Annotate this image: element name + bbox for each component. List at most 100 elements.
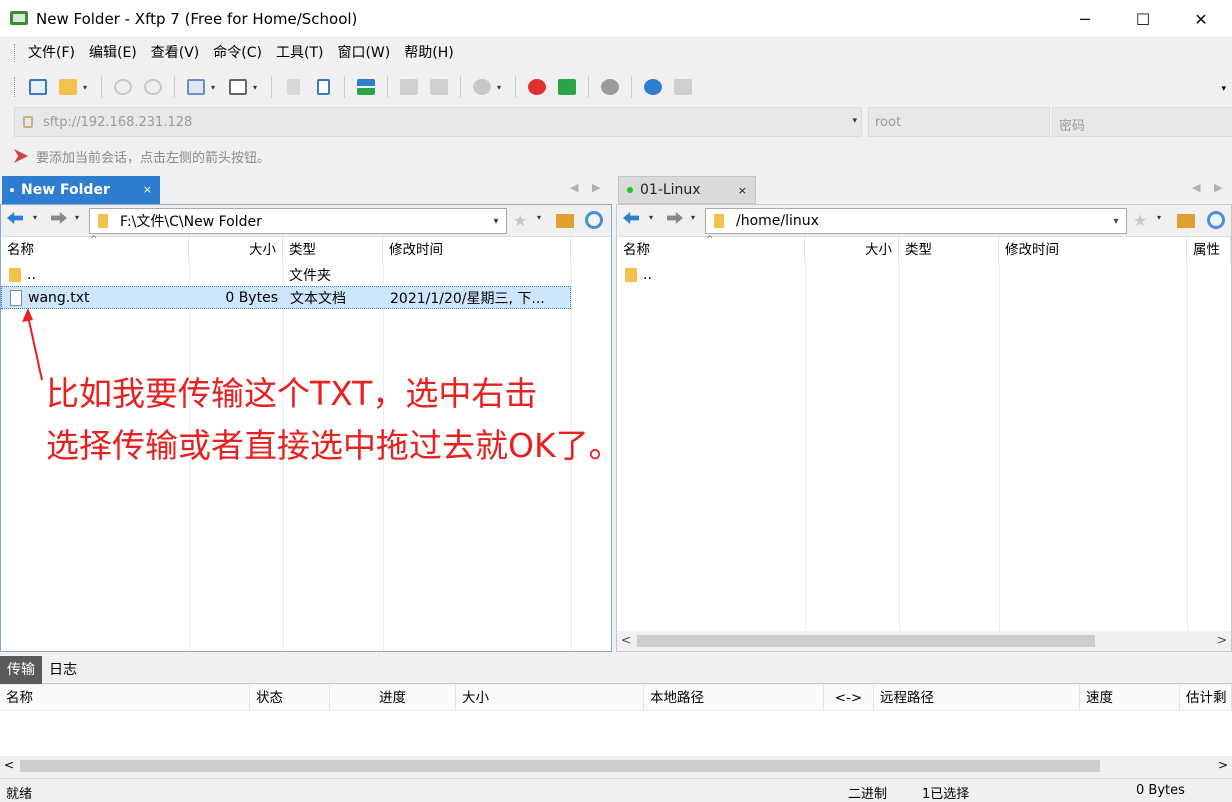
status-dropdown[interactable]: ▾	[497, 83, 505, 92]
scroll-thumb[interactable]	[637, 635, 1095, 647]
scroll-left-icon[interactable]: <	[621, 633, 631, 647]
chat-button[interactable]	[671, 75, 695, 99]
path-dropdown-icon[interactable]: ▾	[486, 216, 506, 227]
scroll-left-icon[interactable]: <	[4, 758, 14, 772]
tab-log[interactable]: 日志	[42, 656, 84, 684]
col-type[interactable]: 类型	[899, 237, 999, 263]
forward-dropdown-icon[interactable]: ▾	[691, 213, 695, 222]
col-speed[interactable]: 速度	[1080, 685, 1180, 711]
transfer-panel: 传输 日志 名称 状态 进度 大小 本地路径 <-> 远程路径 速度 估计剩 <…	[0, 656, 1232, 776]
add-session-arrow-icon[interactable]	[14, 149, 28, 163]
refresh-icon[interactable]	[1207, 211, 1225, 229]
close-tab-icon[interactable]: ×	[143, 183, 152, 196]
col-direction[interactable]: <->	[824, 685, 874, 711]
local-path-input[interactable]: F:\文件\C\New Folder ▾	[89, 208, 507, 234]
xftp-button[interactable]	[555, 75, 579, 99]
open-folder-button[interactable]	[56, 75, 80, 99]
table-row-selected[interactable]: wang.txt 0 Bytes 文本文档 2021/1/20/星期三, 下..…	[1, 286, 571, 309]
copy-icon	[430, 79, 448, 95]
toolbar-grip	[14, 77, 17, 97]
sync-button[interactable]	[354, 75, 378, 99]
forward-dropdown-icon[interactable]: ▾	[75, 213, 79, 222]
col-modified[interactable]: 修改时间	[383, 237, 571, 263]
col-local-path[interactable]: 本地路径	[644, 685, 824, 711]
menu-command[interactable]: 命令(C)	[206, 38, 269, 68]
col-status[interactable]: 状态	[250, 685, 330, 711]
connect-button[interactable]	[111, 75, 135, 99]
back-button[interactable]	[623, 212, 643, 228]
remote-horizontal-scrollbar[interactable]: < >	[617, 631, 1231, 651]
remote-path-input[interactable]: /home/linux ▾	[705, 208, 1127, 234]
session-properties-dropdown[interactable]: ▾	[211, 83, 219, 92]
table-row[interactable]: ..	[617, 263, 1231, 286]
col-remote-path[interactable]: 远程路径	[874, 685, 1080, 711]
col-eta[interactable]: 估计剩	[1180, 685, 1232, 711]
play-button[interactable]	[226, 75, 250, 99]
folder-icon	[98, 214, 108, 228]
tab-next-icon[interactable]: ▶	[1214, 181, 1222, 194]
close-tab-icon[interactable]: ×	[738, 184, 747, 197]
options-button[interactable]	[598, 75, 622, 99]
col-size[interactable]: 大小	[805, 237, 899, 263]
xshell-button[interactable]	[525, 75, 549, 99]
scroll-thumb[interactable]	[20, 760, 1100, 772]
close-button[interactable]: ✕	[1172, 0, 1230, 38]
favorite-dropdown-icon[interactable]: ▾	[1157, 213, 1161, 222]
open-in-explorer-icon[interactable]	[556, 214, 574, 228]
minimize-button[interactable]: ─	[1056, 0, 1114, 38]
host-dropdown-icon[interactable]: ▾	[852, 116, 857, 126]
col-name[interactable]: 名称	[0, 685, 250, 711]
row-name: ..	[27, 266, 36, 283]
forward-button[interactable]	[51, 212, 71, 228]
favorite-dropdown-icon[interactable]: ▾	[537, 213, 541, 222]
tab-prev-icon[interactable]: ◀	[1192, 181, 1200, 194]
menu-edit[interactable]: 编辑(E)	[82, 38, 144, 68]
col-size[interactable]: 大小	[189, 237, 283, 263]
tab-transfer[interactable]: 传输	[0, 656, 42, 684]
password-input[interactable]: 密码	[1052, 107, 1232, 137]
tab-prev-icon[interactable]: ◀	[570, 181, 578, 194]
back-dropdown-icon[interactable]: ▾	[649, 213, 653, 222]
new-file-button[interactable]	[281, 75, 305, 99]
path-dropdown-icon[interactable]: ▾	[1106, 216, 1126, 227]
maximize-button[interactable]: ☐	[1114, 0, 1172, 38]
help-button[interactable]	[641, 75, 665, 99]
favorite-star-icon[interactable]: ★	[1133, 211, 1153, 231]
tab-next-icon[interactable]: ▶	[592, 181, 600, 194]
tab-01-linux[interactable]: 01-Linux ×	[618, 176, 756, 204]
play-dropdown[interactable]: ▾	[253, 83, 261, 92]
new-session-button[interactable]	[26, 75, 50, 99]
open-folder-dropdown[interactable]: ▾	[83, 83, 91, 92]
host-input[interactable]: sftp://192.168.231.128 ▾	[14, 107, 862, 137]
status-button[interactable]	[470, 75, 494, 99]
open-folder-icon[interactable]	[1177, 214, 1195, 228]
refresh-icon[interactable]	[585, 211, 603, 229]
address-bar: sftp://192.168.231.128 ▾ root 密码	[14, 107, 1232, 137]
print-button[interactable]	[397, 75, 421, 99]
toolbar-overflow-dropdown[interactable]: ▾	[1221, 84, 1226, 94]
back-button[interactable]	[7, 212, 27, 228]
transfer-horizontal-scrollbar[interactable]: < >	[0, 756, 1232, 776]
scroll-right-icon[interactable]: >	[1218, 758, 1228, 772]
menu-window[interactable]: 窗口(W)	[330, 38, 397, 68]
disconnect-button[interactable]	[141, 75, 165, 99]
transfer-file-button[interactable]	[311, 75, 335, 99]
tab-new-folder[interactable]: New Folder ×	[2, 176, 160, 204]
scroll-right-icon[interactable]: >	[1217, 633, 1227, 647]
col-size[interactable]: 大小	[456, 685, 644, 711]
back-dropdown-icon[interactable]: ▾	[33, 213, 37, 222]
col-type[interactable]: 类型	[283, 237, 383, 263]
menu-file[interactable]: 文件(F)	[21, 38, 82, 68]
favorite-star-icon[interactable]: ★	[513, 211, 533, 231]
copy-button[interactable]	[427, 75, 451, 99]
forward-button[interactable]	[667, 212, 687, 228]
col-progress[interactable]: 进度	[330, 685, 456, 711]
menu-view[interactable]: 查看(V)	[144, 38, 207, 68]
col-modified[interactable]: 修改时间	[999, 237, 1187, 263]
menu-help[interactable]: 帮助(H)	[397, 38, 460, 68]
table-row[interactable]: .. 文件夹	[1, 263, 611, 286]
menu-tools[interactable]: 工具(T)	[269, 38, 330, 68]
session-properties-button[interactable]	[184, 75, 208, 99]
username-input[interactable]: root	[868, 107, 1050, 137]
col-attributes[interactable]: 属性	[1187, 237, 1231, 263]
